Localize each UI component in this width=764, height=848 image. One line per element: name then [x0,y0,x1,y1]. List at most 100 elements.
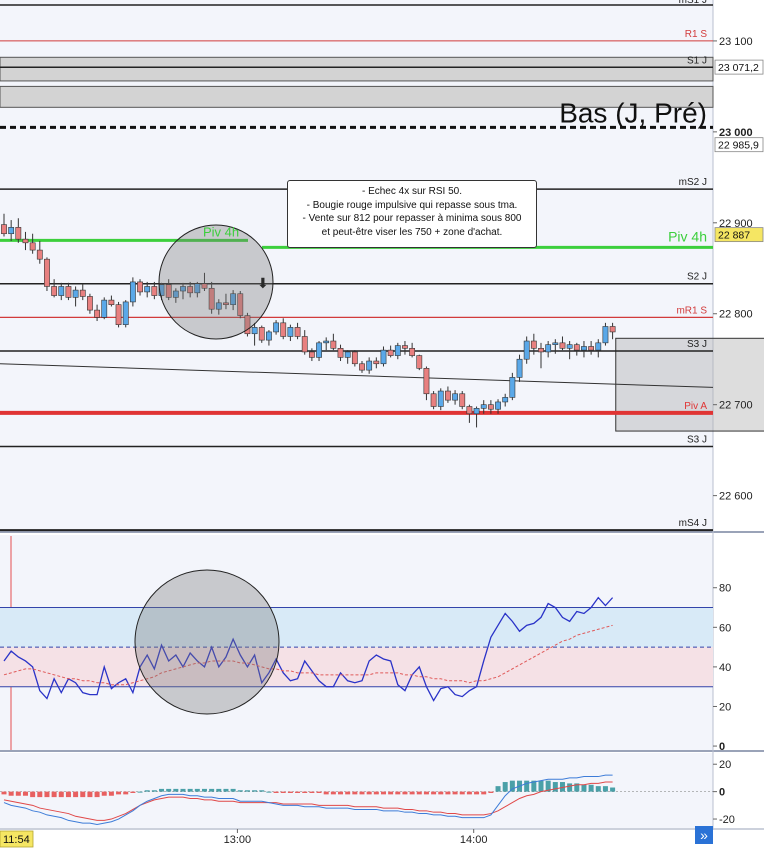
axis-tick-label: 23 000 [719,127,753,139]
time-label: 14:00 [460,834,488,846]
macd-hist-bar [65,791,71,798]
candle [351,350,358,367]
highlight-circle [134,569,280,715]
candle [416,354,423,371]
annotation-line: - Echec 4x sur RSI 50. [361,186,463,197]
macd-hist-bar [330,791,336,795]
candle-body [58,286,65,296]
macd-hist-bar [159,788,165,792]
highlight-circle [158,224,274,340]
candle-body [487,404,494,410]
candle-body [509,377,516,398]
candle-body [87,296,93,311]
level-label: mS1 J [679,0,707,6]
candle-body [409,348,416,356]
axis-tick-label: 23 100 [719,36,753,48]
candle-body [445,390,451,401]
macd-hist-bar [423,791,429,795]
macd-hist-bar [380,791,386,795]
macd-hist-bar [552,782,558,792]
candle-body [22,238,29,244]
macd-hist-bar [481,791,487,795]
candle-body [423,368,430,395]
price-badge-label: 23 071,2 [718,62,759,74]
level-label: Piv 4h [203,224,239,239]
macd-hist-bar [459,791,465,795]
macd-hist-bar [595,786,601,792]
macd-hist-bar [80,791,86,798]
macd-hist-bar [108,791,114,796]
rsi-band [0,607,713,648]
macd-hist-bar [610,787,616,792]
candle-body [258,327,265,341]
level-label: R1 S [685,29,708,40]
macd-hist-bar [216,788,222,792]
annotation-line: et peut-être viser les 750 + zone d'acha… [321,226,503,238]
rsi-tick-label: 0 [719,741,725,753]
macd-hist-bar [438,791,444,795]
candle-body [44,258,50,287]
macd-hist-bar [187,788,193,792]
macd-hist-bar [151,790,157,792]
candle-body [437,390,444,407]
candle-body [94,309,100,318]
macd-hist-bar [230,788,236,792]
macd-hist-bar [345,791,351,795]
macd-hist-bar [58,791,64,798]
candle-body [280,322,287,337]
candle-body [609,326,616,333]
scroll-right-button[interactable]: » [695,826,713,844]
macd-hist-bar [44,791,50,798]
candle-body [387,349,394,356]
candle-body [330,340,337,349]
macd-hist-bar [1,791,7,795]
candle-body [402,345,408,349]
macd-hist-bar [166,788,172,792]
candle [430,391,437,410]
macd-hist-bar [73,791,79,798]
rsi-band [0,647,713,687]
candle [459,391,466,410]
macd-hist-bar [87,791,93,798]
candle-body [466,406,473,415]
macd-hist-bar [259,790,265,792]
macd-hist-bar [474,791,480,795]
macd-hist-bar [244,790,250,792]
macd-hist-bar [15,791,21,796]
candle-body [516,358,523,378]
macd-hist-bar [388,791,394,795]
candle-body [566,344,573,349]
macd-hist-bar [123,791,129,795]
chart-title: Bas (J, Pré) [559,97,707,128]
candle-body [430,393,437,407]
macd-hist-bar [373,791,379,795]
macd-hist-bar [588,784,594,792]
macd-hist-bar [366,791,372,795]
macd-hist-bar [266,791,272,793]
candle-body [495,401,501,410]
candle-body [287,327,294,337]
macd-hist-bar [502,782,508,792]
candle-body [36,249,43,260]
candle-body [552,342,559,345]
macd-hist-bar [431,791,437,795]
candle [115,301,122,328]
candle-body [602,326,609,344]
macd-hist-bar [201,788,207,792]
rsi-tick-label: 20 [719,701,731,713]
candle-body [129,281,136,303]
macd-hist-bar [538,780,544,792]
candle-body [15,227,22,240]
macd-hist-bar [280,791,286,793]
candle-body [151,286,158,296]
candle-body [308,351,315,358]
candle-body [530,340,537,349]
rsi-panel [0,596,713,702]
candle-body [351,351,358,365]
level-label: mS2 J [679,177,707,188]
level-label: Piv A [684,401,707,412]
macd-hist-bar [30,791,36,798]
candle-body [588,346,595,351]
candle-body [8,227,15,235]
axis-tick-label: 22 600 [719,491,753,503]
